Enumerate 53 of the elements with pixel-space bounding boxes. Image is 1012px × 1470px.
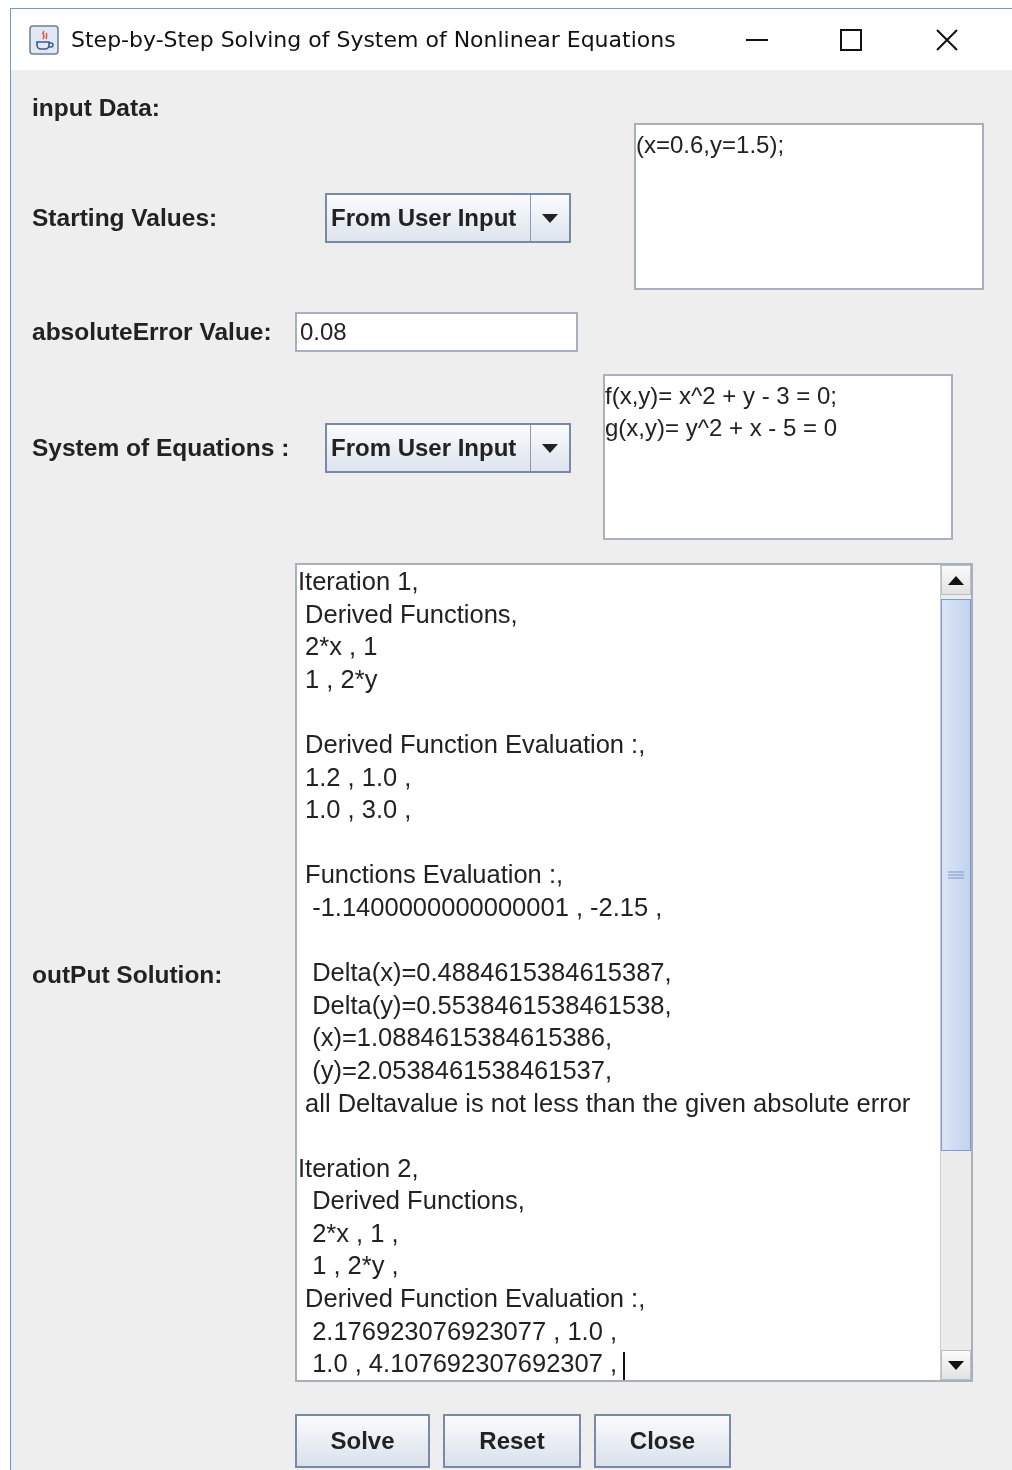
output-line: Derived Function Evaluation :, [304, 728, 646, 760]
text-area[interactable]: (x=0.6,y=1.5); [634, 123, 984, 290]
dialog-button[interactable]: Solve [295, 1414, 430, 1468]
text-line: g(x,y)= y^2 + x - 5 = 0 [605, 413, 839, 443]
dropdown[interactable]: From User Input [325, 193, 571, 243]
section-label: input Data: [32, 94, 161, 122]
window-title: Step-by-Step Solving of System of Nonlinear Equations [71, 27, 676, 52]
dialog-button[interactable]: Close [594, 1414, 731, 1468]
output-line: 1 , 2*y [304, 663, 378, 695]
scrollbar[interactable] [940, 565, 971, 1380]
output-line: 2*x , 1 [304, 631, 378, 663]
output-line: Delta(y)=0.5538461538461538, [311, 989, 672, 1021]
dropdown[interactable]: From User Input [325, 423, 571, 473]
minimize-icon[interactable] [745, 38, 768, 41]
text-line: f(x,y)= x^2 + y - 3 = 0; [605, 381, 838, 411]
output-line: Derived Functions, [311, 1185, 525, 1217]
output-line: (x)=1.0884615384615386, [311, 1022, 613, 1054]
caret-icon [542, 443, 558, 453]
scrollbar-thumb[interactable] [941, 599, 971, 1151]
triangle-up-icon [948, 575, 964, 585]
output-line: 2*x , 1 , [311, 1217, 399, 1249]
text-line: (x=0.6,y=1.5); [636, 130, 786, 160]
field-label: System of Equations : [32, 434, 291, 462]
output-line: Functions Evaluation :, [304, 859, 564, 891]
output-line: -1.1400000000000001 , -2.15 , [311, 891, 663, 923]
output-line: 2.176923076923077 , 1.0 , [311, 1315, 618, 1347]
field-label: absoluteError Value: [32, 318, 273, 346]
input-field[interactable]: 0.08 [295, 312, 578, 352]
output-text-area[interactable] [295, 563, 973, 1382]
dialog-button[interactable]: Reset [443, 1414, 581, 1468]
text-area[interactable]: f(x,y)= x^2 + y - 3 = 0; g(x,y)= y^2 + x - 5 = 0 [603, 374, 953, 540]
field-label: outPut Solution: [32, 960, 223, 989]
output-line: Derived Functions, [304, 598, 518, 630]
close-icon[interactable] [935, 28, 958, 51]
text-cursor [623, 1351, 626, 1380]
caret-icon [542, 213, 558, 223]
output-line: Iteration 2, [298, 1152, 419, 1184]
output-line: 1.0 , 3.0 , [304, 794, 412, 826]
maximize-icon[interactable] [839, 28, 862, 51]
scroll-down-button[interactable] [941, 1350, 971, 1380]
output-line: 1.2 , 1.0 , [304, 761, 412, 793]
output-line: Derived Function Evaluation :, [304, 1283, 646, 1315]
triangle-down-icon [948, 1360, 964, 1370]
field-label: Starting Values: [32, 204, 219, 232]
output-line: (y)=2.0538461538461537, [311, 1054, 613, 1086]
grip-icon [948, 871, 964, 879]
coffee-cup-icon [29, 24, 59, 55]
scroll-up-button[interactable] [941, 565, 971, 595]
output-line: Delta(x)=0.4884615384615387, [311, 957, 672, 989]
output-line: 1 , 2*y , [311, 1250, 399, 1282]
output-line: all Deltavalue is not less than the given absolute error [304, 1087, 911, 1119]
output-line: Iteration 1, [298, 566, 419, 597]
output-line: 1.0 , 4.107692307692307 , [298, 1347, 626, 1380]
